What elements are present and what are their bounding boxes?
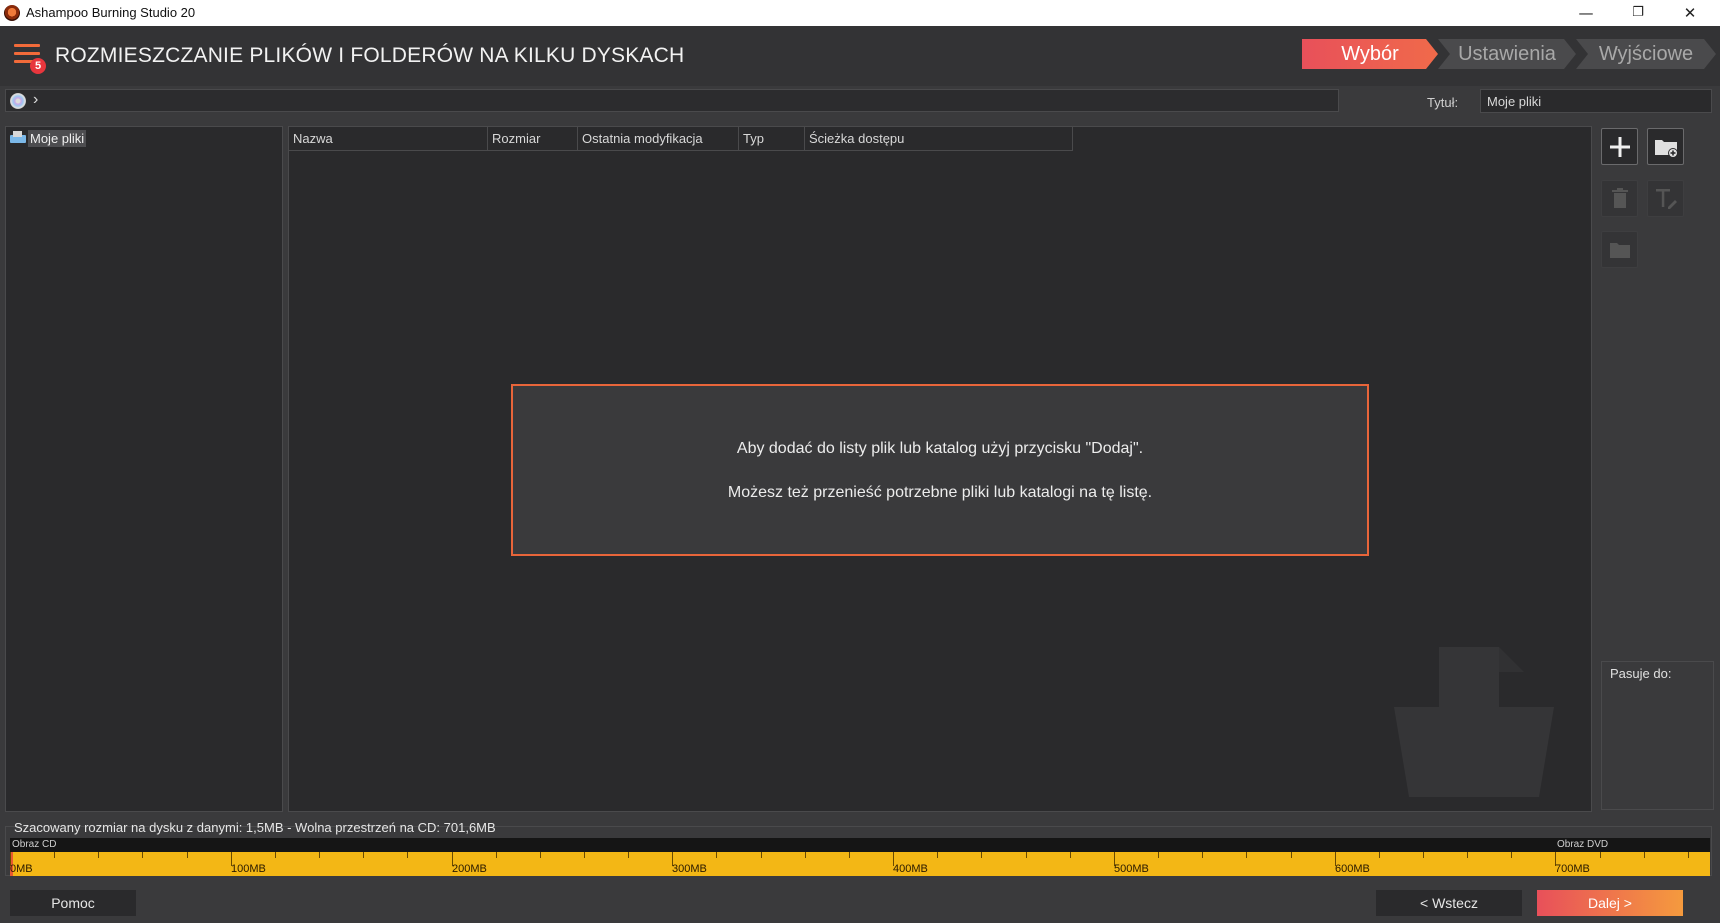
ruler-tick — [1202, 852, 1203, 858]
step-wybor[interactable]: Wybór — [1302, 39, 1438, 69]
ruler-tick — [496, 852, 497, 858]
ruler-tick-label: 200MB — [452, 863, 487, 875]
ruler-tick-label: 300MB — [672, 863, 707, 875]
ruler-tick-label: 400MB — [893, 863, 928, 875]
ruler-tick — [1600, 852, 1601, 858]
ruler-tick — [805, 852, 806, 858]
ruler-tick — [628, 852, 629, 858]
ruler-tick-label: 0MB — [10, 863, 33, 875]
column-header-type[interactable]: Typ — [739, 127, 805, 151]
add-folder-icon — [1654, 139, 1678, 158]
window-title: Ashampoo Burning Studio 20 — [26, 5, 196, 20]
ruler-tick — [761, 852, 762, 858]
ruler-tick — [1688, 852, 1689, 858]
ruler-tick — [187, 852, 188, 858]
ruler-tick — [54, 852, 55, 858]
help-button[interactable]: Pomoc — [10, 890, 136, 916]
new-folder-icon — [1609, 242, 1630, 258]
ruler-tick — [1291, 852, 1292, 858]
ruler-tick-label: 100MB — [231, 863, 266, 875]
ruler-tick — [1644, 852, 1645, 858]
ruler-tick — [98, 852, 99, 858]
close-button[interactable]: ✕ — [1664, 0, 1716, 26]
capacity-status: Szacowany rozmiar na dysku z danymi: 1,5… — [14, 820, 496, 835]
dvd-image-label: Obraz DVD — [1557, 839, 1609, 850]
ruler-tick — [1026, 852, 1027, 858]
ruler-tick-label: 600MB — [1335, 863, 1370, 875]
chevron-right-icon[interactable]: › — [33, 91, 38, 109]
ruler-tick — [937, 852, 938, 858]
ruler-tick — [716, 852, 717, 858]
ruler-tick — [849, 852, 850, 858]
column-header-size[interactable]: Rozmiar — [488, 127, 578, 151]
step-wyjsciowe[interactable]: Wyjściowe — [1576, 39, 1716, 69]
ruler-tick — [363, 852, 364, 858]
ruler-tick — [1158, 852, 1159, 858]
column-header-name[interactable]: Nazwa — [289, 127, 488, 151]
ruler-tick — [319, 852, 320, 858]
ruler-tick — [142, 852, 143, 858]
ruler-tick — [1467, 852, 1468, 858]
rename-icon — [1655, 188, 1677, 209]
folder-tree: Moje pliki — [5, 126, 283, 812]
breadcrumb: › — [5, 89, 1339, 112]
rename-button[interactable] — [1647, 180, 1684, 217]
notification-badge: 5 — [30, 58, 46, 74]
empty-list-hint: Aby dodać do listy plik lub katalog użyj… — [511, 384, 1369, 556]
folder-watermark-icon — [1394, 647, 1554, 797]
capacity-bar: 0MB 100MB 200MB 300MB 400MB 500MB 600MB 700MB — [10, 852, 1710, 876]
fits-to-label: Pasuje do: — [1610, 666, 1672, 681]
trash-icon — [1611, 187, 1628, 208]
column-header-modified[interactable]: Ostatnia modyfikacja — [578, 127, 739, 151]
delete-button[interactable] — [1601, 180, 1638, 217]
tree-item-label: Moje pliki — [28, 129, 87, 147]
ruler-tick — [1423, 852, 1424, 858]
window-titlebar: Ashampoo Burning Studio 20 — ❐ ✕ — [0, 0, 1720, 26]
page-title: ROZMIESZCZANIE PLIKÓW I FOLDERÓW NA KILK… — [55, 44, 685, 67]
list-header: Nazwa Rozmiar Ostatnia modyfikacja Typ Ś… — [289, 127, 1073, 151]
app-logo-icon — [4, 5, 20, 21]
back-button[interactable]: < Wstecz — [1376, 890, 1522, 916]
ruler-tick-label: 500MB — [1114, 863, 1149, 875]
column-header-path[interactable]: Ścieżka dostępu — [805, 127, 1073, 151]
ruler-tick — [1070, 852, 1071, 858]
media-type-strip — [10, 838, 1710, 852]
ruler-tick — [1246, 852, 1247, 858]
hint-text-drag: Możesz też przenieść potrzebne pliki lub… — [727, 484, 1153, 501]
add-folder-button[interactable] — [1647, 128, 1684, 165]
disc-drive-icon — [10, 131, 26, 145]
plus-icon — [1609, 136, 1630, 157]
ruler-tick — [981, 852, 982, 858]
step-ustawienia[interactable]: Ustawienia — [1438, 39, 1576, 69]
ruler-tick-label: 700MB — [1555, 863, 1590, 875]
ruler-tick — [540, 852, 541, 858]
app-header: 5 ROZMIESZCZANIE PLIKÓW I FOLDERÓW NA KI… — [0, 26, 1720, 86]
cd-image-label: Obraz CD — [12, 839, 57, 850]
minimize-button[interactable]: — — [1560, 0, 1612, 26]
ruler-tick — [1511, 852, 1512, 858]
ruler-tick — [1379, 852, 1380, 858]
restore-button[interactable]: ❐ — [1612, 0, 1664, 26]
ruler-tick — [275, 852, 276, 858]
next-button[interactable]: Dalej > — [1537, 890, 1683, 916]
ruler-tick — [584, 852, 585, 858]
disc-title-input[interactable] — [1480, 89, 1712, 113]
disc-icon[interactable] — [10, 93, 26, 109]
file-list[interactable]: Nazwa Rozmiar Ostatnia modyfikacja Typ Ś… — [288, 126, 1592, 812]
hint-text-add: Aby dodać do listy plik lub katalog użyj… — [736, 440, 1144, 457]
tree-item-moje-pliki[interactable]: Moje pliki — [10, 129, 87, 147]
new-folder-button[interactable] — [1601, 231, 1638, 268]
add-files-button[interactable] — [1601, 128, 1638, 165]
disc-title-label: Tytuł: — [1427, 95, 1459, 110]
fits-to-panel: Pasuje do: — [1601, 661, 1714, 810]
ruler-tick — [407, 852, 408, 858]
